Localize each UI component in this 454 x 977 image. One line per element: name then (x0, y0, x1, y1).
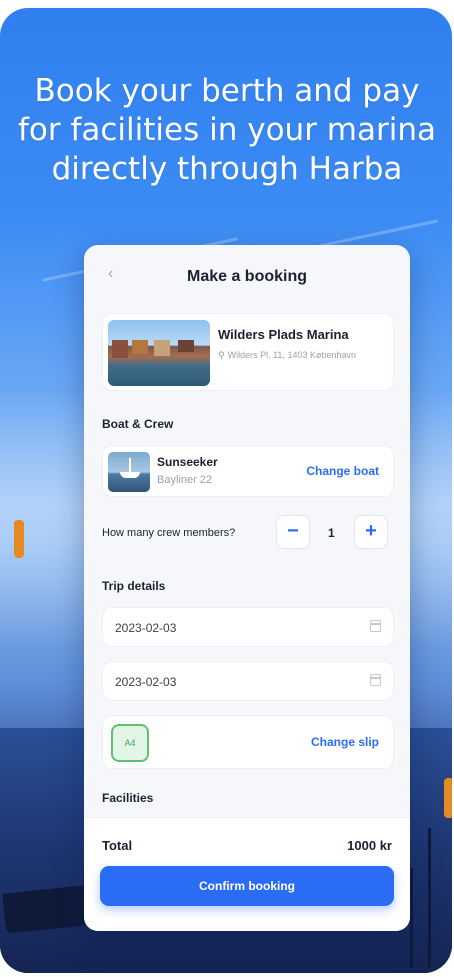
change-slip-button[interactable]: Change slip (311, 735, 379, 749)
end-date-field[interactable]: 2023-02-03 (102, 661, 394, 701)
marina-card[interactable]: Wilders Plads Marina ⚲ Wilders Pl. 11, 14… (102, 313, 394, 391)
boat-hull (120, 472, 140, 478)
section-heading-boat-crew: Boat & Crew (102, 417, 174, 431)
photo-building (112, 340, 128, 358)
mast (410, 868, 413, 968)
headline-line: directly through Harba (51, 151, 403, 187)
section-heading-trip-details: Trip details (102, 579, 166, 593)
start-date-field[interactable]: 2023-02-03 (102, 607, 394, 647)
promo-headline: Book your berth and pay for facilities i… (0, 72, 452, 189)
change-boat-button[interactable]: Change boat (306, 464, 379, 478)
marina-name: Wilders Plads Marina (218, 327, 349, 342)
crew-increment-button[interactable]: + (354, 515, 388, 549)
slip-badge: A4 (111, 724, 149, 762)
confirm-booking-button[interactable]: Confirm booking (100, 866, 394, 906)
photo-building (154, 340, 170, 356)
end-date-value: 2023-02-03 (115, 675, 177, 689)
boat-thumbnail (108, 452, 150, 492)
location-pin-icon: ⚲ (218, 350, 225, 360)
calendar-icon (370, 674, 381, 686)
start-date-value: 2023-02-03 (115, 621, 177, 635)
boat-name: Sunseeker (157, 455, 218, 469)
marina-address: ⚲ Wilders Pl. 11, 1403 København (218, 350, 356, 361)
slip-card: A4 Change slip (102, 715, 394, 769)
booking-screen: ‹ Make a booking Wilders Plads Marina ⚲ W… (84, 245, 410, 931)
nav-bar: ‹ Make a booking (84, 245, 410, 305)
marina-photo (108, 320, 210, 386)
photo-building (178, 340, 194, 352)
page-title: Make a booking (186, 268, 308, 285)
crew-count: 1 (328, 526, 335, 540)
buoy (14, 520, 24, 558)
buoy (444, 778, 452, 818)
booking-footer: Total 1000 kr Confirm booking (84, 817, 410, 931)
section-heading-facilities: Facilities (102, 791, 154, 805)
crew-question: How many crew members? (102, 527, 236, 539)
total-label: Total (102, 838, 133, 853)
marina-address-text: Wilders Pl. 11, 1403 København (227, 350, 356, 360)
boat-model: Bayliner 22 (157, 474, 213, 486)
headline-line: Book your berth and pay (34, 73, 420, 109)
total-value: 1000 kr (347, 838, 392, 853)
crew-decrement-button[interactable]: − (276, 515, 310, 549)
calendar-icon (370, 620, 381, 632)
boat-card: Sunseeker Bayliner 22 Change boat (102, 445, 394, 497)
boat-mast (129, 458, 131, 473)
headline-line: for facilities in your marina (18, 112, 436, 148)
mast (428, 828, 431, 968)
photo-building (132, 340, 148, 354)
